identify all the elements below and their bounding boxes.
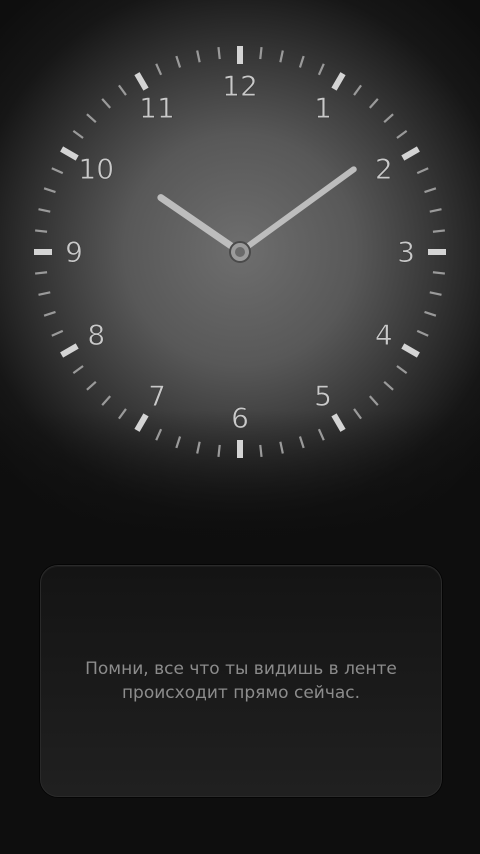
minute-tick — [259, 444, 263, 457]
minute-tick — [51, 167, 64, 175]
minute-tick — [259, 47, 263, 60]
hour-tick — [60, 146, 79, 161]
minute-tick — [298, 436, 305, 449]
minute-tick — [86, 113, 97, 124]
minute-tick — [101, 395, 112, 406]
message-text: Помни, все что ты видишь в ленте происхо… — [71, 657, 411, 705]
minute-tick — [155, 63, 163, 76]
hour-tick — [401, 343, 420, 358]
hour-tick — [331, 72, 346, 91]
minute-tick — [416, 167, 429, 175]
clock-numeral: 3 — [397, 236, 415, 269]
minute-tick — [429, 291, 442, 296]
minute-tick — [279, 441, 284, 454]
clock-numeral: 1 — [314, 92, 332, 125]
minute-tick — [317, 428, 325, 441]
minute-tick — [196, 441, 201, 454]
minute-tick — [175, 55, 182, 68]
clock-face: 121234567891011 — [34, 46, 446, 458]
lock-screen: 12 1 2 3 4 5 6 7 8 9 10 11 Помни, все что ты видишь… — [0, 0, 480, 854]
minute-tick — [279, 50, 284, 63]
hour-tick — [134, 413, 149, 432]
minute-tick — [38, 208, 51, 213]
message-line-2: происходит прямо сейчас. — [121, 683, 361, 703]
minute-tick — [86, 380, 97, 391]
minute-tick — [118, 408, 127, 420]
minute-tick — [101, 98, 112, 109]
minute-tick — [155, 428, 163, 441]
clock-numeral: 4 — [375, 319, 393, 352]
message-card: Помни, все что ты видишь в ленте происхо… — [40, 565, 442, 797]
minute-tick — [424, 310, 437, 317]
message-line-1: Помни, все что ты видишь в ленте — [85, 659, 397, 679]
minute-tick — [217, 444, 221, 457]
minute-tick — [175, 436, 182, 449]
hour-hand — [157, 194, 244, 256]
minute-tick — [353, 408, 362, 420]
minute-hand — [237, 166, 357, 255]
hour-tick — [331, 413, 346, 432]
minute-tick — [317, 63, 325, 76]
minute-tick — [353, 84, 362, 96]
minute-tick — [396, 365, 408, 374]
minute-tick — [118, 84, 127, 96]
minute-tick — [396, 130, 408, 139]
minute-tick — [217, 47, 221, 60]
clock-numeral: 12 — [222, 70, 258, 103]
minute-tick — [43, 310, 56, 317]
minute-tick — [429, 208, 442, 213]
clock-numeral: 5 — [314, 379, 332, 412]
clock-center-pin-inner — [235, 247, 245, 257]
clock-numeral: 7 — [148, 379, 166, 412]
hour-tick — [134, 72, 149, 91]
minute-tick — [368, 395, 379, 406]
clock-numeral: 6 — [231, 402, 249, 435]
minute-tick — [72, 365, 84, 374]
minute-tick — [298, 55, 305, 68]
clock-hands — [157, 166, 357, 263]
hour-tick — [60, 343, 79, 358]
minute-tick — [72, 130, 84, 139]
minute-tick — [383, 380, 394, 391]
minute-tick — [368, 98, 379, 109]
minute-tick — [416, 329, 429, 337]
clock-numeral: 9 — [65, 236, 83, 269]
minute-tick — [43, 187, 56, 194]
analog-clock: 12 1 2 3 4 5 6 7 8 9 10 11 — [0, 0, 480, 500]
minute-tick — [432, 229, 445, 233]
minute-tick — [35, 229, 48, 233]
minute-tick — [432, 271, 445, 275]
minute-tick — [383, 113, 394, 124]
minute-tick — [35, 271, 48, 275]
hour-tick — [401, 146, 420, 161]
minute-tick — [424, 187, 437, 194]
minute-tick — [196, 50, 201, 63]
clock-numeral: 8 — [87, 319, 105, 352]
clock-numeral: 2 — [375, 153, 393, 186]
clock-numeral: 11 — [139, 92, 175, 125]
minute-tick — [51, 329, 64, 337]
minute-tick — [38, 291, 51, 296]
clock-numeral: 10 — [78, 153, 114, 186]
